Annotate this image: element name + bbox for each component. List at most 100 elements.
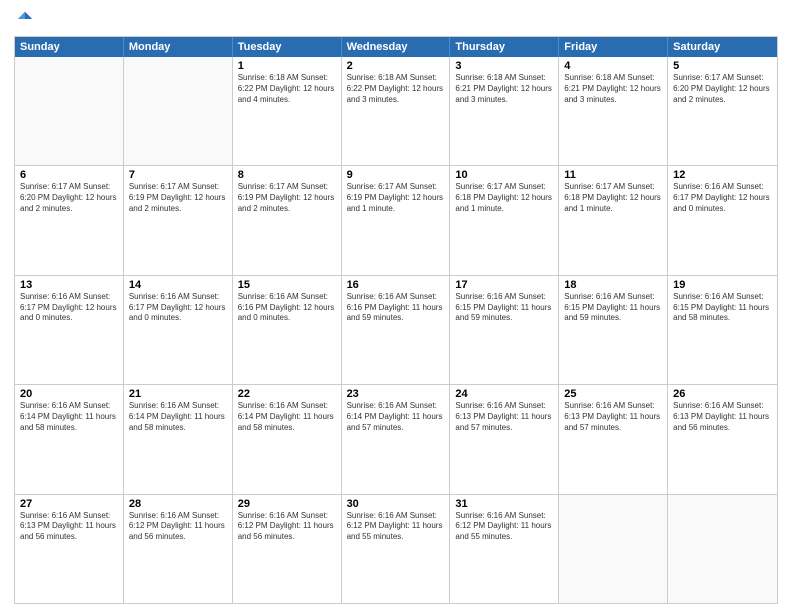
- calendar-row-2: 13 Sunrise: 6:16 AM Sunset: 6:17 PM Dayli…: [15, 275, 777, 384]
- day-info: Sunrise: 6:17 AM Sunset: 6:19 PM Dayligh…: [347, 182, 445, 214]
- day-number: 30: [347, 498, 445, 510]
- calendar-cell: 27Sunrise: 6:16 AM Sunset: 6:13 PM Dayli…: [15, 495, 124, 603]
- day-info: Sunrise: 6:18 AM Sunset: 6:22 PM Dayligh…: [347, 73, 445, 105]
- day-info: Sunrise: 6:17 AM Sunset: 6:19 PM Dayligh…: [129, 182, 227, 214]
- calendar-cell: 18Sunrise: 6:16 AM Sunset: 6:15 PM Dayli…: [559, 276, 668, 384]
- day-info: Sunrise: 6:16 AM Sunset: 6:13 PM Dayligh…: [673, 401, 772, 433]
- calendar-cell: 25Sunrise: 6:16 AM Sunset: 6:13 PM Dayli…: [559, 385, 668, 493]
- calendar-row-1: 6Sunrise: 6:17 AM Sunset: 6:20 PM Daylig…: [15, 165, 777, 274]
- day-number: 1: [238, 60, 336, 72]
- day-info: Sunrise: 6:18 AM Sunset: 6:21 PM Dayligh…: [455, 73, 553, 105]
- calendar-cell: 5Sunrise: 6:17 AM Sunset: 6:20 PM Daylig…: [668, 57, 777, 165]
- day-number: 23: [347, 388, 445, 400]
- day-number: 29: [238, 498, 336, 510]
- calendar-cell: 23Sunrise: 6:16 AM Sunset: 6:14 PM Dayli…: [342, 385, 451, 493]
- day-info: Sunrise: 6:16 AM Sunset: 6:12 PM Dayligh…: [455, 511, 553, 543]
- day-info: Sunrise: 6:16 AM Sunset: 6:15 PM Dayligh…: [673, 292, 772, 324]
- calendar-cell: 30Sunrise: 6:16 AM Sunset: 6:12 PM Dayli…: [342, 495, 451, 603]
- day-number: 31: [455, 498, 553, 510]
- day-info: Sunrise: 6:16 AM Sunset: 6:14 PM Dayligh…: [347, 401, 445, 433]
- day-number: 18: [564, 279, 662, 291]
- day-number: 11: [564, 169, 662, 181]
- calendar-cell: 6Sunrise: 6:17 AM Sunset: 6:20 PM Daylig…: [15, 166, 124, 274]
- logo-flag-icon: [16, 10, 34, 28]
- day-number: 24: [455, 388, 553, 400]
- calendar-cell: 20Sunrise: 6:16 AM Sunset: 6:14 PM Dayli…: [15, 385, 124, 493]
- calendar-cell: 1Sunrise: 6:18 AM Sunset: 6:22 PM Daylig…: [233, 57, 342, 165]
- day-info: Sunrise: 6:16 AM Sunset: 6:14 PM Dayligh…: [238, 401, 336, 433]
- calendar-cell: 3Sunrise: 6:18 AM Sunset: 6:21 PM Daylig…: [450, 57, 559, 165]
- day-info: Sunrise: 6:17 AM Sunset: 6:18 PM Dayligh…: [564, 182, 662, 214]
- header-day-wednesday: Wednesday: [342, 37, 451, 57]
- day-info: Sunrise: 6:18 AM Sunset: 6:21 PM Dayligh…: [564, 73, 662, 105]
- header-day-saturday: Saturday: [668, 37, 777, 57]
- calendar-cell: 29Sunrise: 6:16 AM Sunset: 6:12 PM Dayli…: [233, 495, 342, 603]
- day-info: Sunrise: 6:17 AM Sunset: 6:19 PM Dayligh…: [238, 182, 336, 214]
- header-day-monday: Monday: [124, 37, 233, 57]
- day-number: 6: [20, 169, 118, 181]
- day-info: Sunrise: 6:16 AM Sunset: 6:17 PM Dayligh…: [129, 292, 227, 324]
- day-number: 3: [455, 60, 553, 72]
- day-info: Sunrise: 6:17 AM Sunset: 6:18 PM Dayligh…: [455, 182, 553, 214]
- calendar-row-4: 27Sunrise: 6:16 AM Sunset: 6:13 PM Dayli…: [15, 494, 777, 603]
- day-info: Sunrise: 6:16 AM Sunset: 6:16 PM Dayligh…: [238, 292, 336, 324]
- day-info: Sunrise: 6:18 AM Sunset: 6:22 PM Dayligh…: [238, 73, 336, 105]
- calendar-cell: 7Sunrise: 6:17 AM Sunset: 6:19 PM Daylig…: [124, 166, 233, 274]
- calendar-cell: 31Sunrise: 6:16 AM Sunset: 6:12 PM Dayli…: [450, 495, 559, 603]
- day-number: 26: [673, 388, 772, 400]
- day-info: Sunrise: 6:16 AM Sunset: 6:15 PM Dayligh…: [564, 292, 662, 324]
- header-day-thursday: Thursday: [450, 37, 559, 57]
- page: SundayMondayTuesdayWednesdayThursdayFrid…: [0, 0, 792, 612]
- calendar-cell: 16Sunrise: 6:16 AM Sunset: 6:16 PM Dayli…: [342, 276, 451, 384]
- calendar-cell: 19Sunrise: 6:16 AM Sunset: 6:15 PM Dayli…: [668, 276, 777, 384]
- day-info: Sunrise: 6:16 AM Sunset: 6:12 PM Dayligh…: [238, 511, 336, 543]
- calendar-cell: 4Sunrise: 6:18 AM Sunset: 6:21 PM Daylig…: [559, 57, 668, 165]
- day-number: 17: [455, 279, 553, 291]
- day-number: 4: [564, 60, 662, 72]
- calendar-cell: 10Sunrise: 6:17 AM Sunset: 6:18 PM Dayli…: [450, 166, 559, 274]
- header-day-tuesday: Tuesday: [233, 37, 342, 57]
- day-number: 27: [20, 498, 118, 510]
- day-info: Sunrise: 6:16 AM Sunset: 6:17 PM Dayligh…: [673, 182, 772, 214]
- day-number: 20: [20, 388, 118, 400]
- calendar-body: 1Sunrise: 6:18 AM Sunset: 6:22 PM Daylig…: [15, 57, 777, 603]
- day-number: 25: [564, 388, 662, 400]
- calendar-cell: 24Sunrise: 6:16 AM Sunset: 6:13 PM Dayli…: [450, 385, 559, 493]
- day-info: Sunrise: 6:16 AM Sunset: 6:12 PM Dayligh…: [347, 511, 445, 543]
- calendar-cell: 26Sunrise: 6:16 AM Sunset: 6:13 PM Dayli…: [668, 385, 777, 493]
- calendar-cell: 17Sunrise: 6:16 AM Sunset: 6:15 PM Dayli…: [450, 276, 559, 384]
- day-info: Sunrise: 6:16 AM Sunset: 6:15 PM Dayligh…: [455, 292, 553, 324]
- header: [14, 10, 778, 28]
- calendar-cell: [15, 57, 124, 165]
- calendar-cell: 12Sunrise: 6:16 AM Sunset: 6:17 PM Dayli…: [668, 166, 777, 274]
- day-number: 10: [455, 169, 553, 181]
- calendar-cell: 28Sunrise: 6:16 AM Sunset: 6:12 PM Dayli…: [124, 495, 233, 603]
- day-info: Sunrise: 6:16 AM Sunset: 6:14 PM Dayligh…: [20, 401, 118, 433]
- header-day-sunday: Sunday: [15, 37, 124, 57]
- calendar-cell: 21Sunrise: 6:16 AM Sunset: 6:14 PM Dayli…: [124, 385, 233, 493]
- header-day-friday: Friday: [559, 37, 668, 57]
- day-number: 13: [20, 279, 118, 291]
- day-info: Sunrise: 6:16 AM Sunset: 6:12 PM Dayligh…: [129, 511, 227, 543]
- day-number: 7: [129, 169, 227, 181]
- calendar-cell: [559, 495, 668, 603]
- logo: [14, 10, 34, 28]
- day-info: Sunrise: 6:16 AM Sunset: 6:13 PM Dayligh…: [455, 401, 553, 433]
- day-number: 14: [129, 279, 227, 291]
- day-number: 16: [347, 279, 445, 291]
- day-number: 9: [347, 169, 445, 181]
- calendar-cell: 15Sunrise: 6:16 AM Sunset: 6:16 PM Dayli…: [233, 276, 342, 384]
- day-number: 28: [129, 498, 227, 510]
- day-info: Sunrise: 6:17 AM Sunset: 6:20 PM Dayligh…: [673, 73, 772, 105]
- calendar-cell: 22Sunrise: 6:16 AM Sunset: 6:14 PM Dayli…: [233, 385, 342, 493]
- calendar-header: SundayMondayTuesdayWednesdayThursdayFrid…: [15, 37, 777, 57]
- day-info: Sunrise: 6:16 AM Sunset: 6:13 PM Dayligh…: [20, 511, 118, 543]
- calendar-row-3: 20Sunrise: 6:16 AM Sunset: 6:14 PM Dayli…: [15, 384, 777, 493]
- calendar-row-0: 1Sunrise: 6:18 AM Sunset: 6:22 PM Daylig…: [15, 57, 777, 165]
- day-info: Sunrise: 6:16 AM Sunset: 6:13 PM Dayligh…: [564, 401, 662, 433]
- day-info: Sunrise: 6:17 AM Sunset: 6:20 PM Dayligh…: [20, 182, 118, 214]
- calendar: SundayMondayTuesdayWednesdayThursdayFrid…: [14, 36, 778, 604]
- calendar-cell: 11Sunrise: 6:17 AM Sunset: 6:18 PM Dayli…: [559, 166, 668, 274]
- calendar-cell: 9Sunrise: 6:17 AM Sunset: 6:19 PM Daylig…: [342, 166, 451, 274]
- calendar-cell: [124, 57, 233, 165]
